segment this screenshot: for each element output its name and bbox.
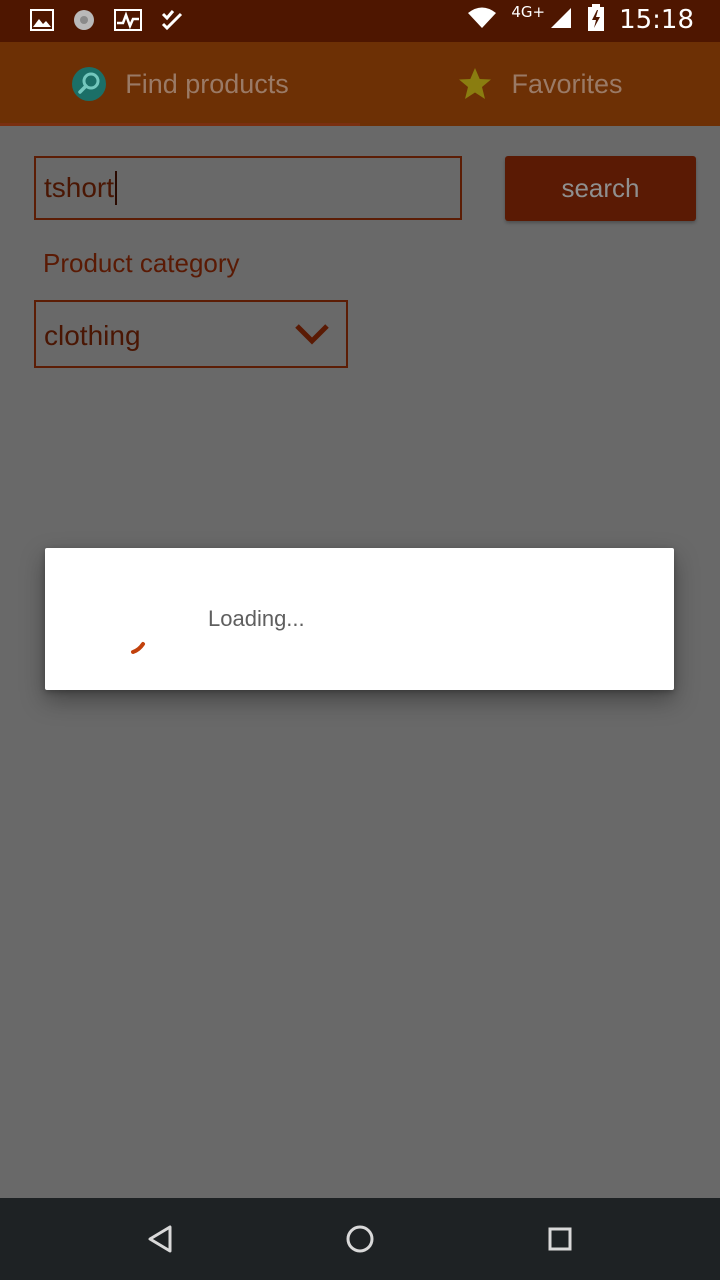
- search-input[interactable]: tshort: [34, 156, 462, 220]
- tab-favorites-label: Favorites: [511, 68, 623, 99]
- category-selected-value: clothing: [44, 320, 141, 351]
- navigation-bar: [0, 1198, 720, 1280]
- loading-dialog: Loading...: [45, 548, 674, 690]
- recents-icon[interactable]: [543, 1222, 577, 1256]
- clock: 15:18: [619, 5, 694, 35]
- search-input-value: tshort: [44, 172, 115, 203]
- home-icon[interactable]: [343, 1222, 377, 1256]
- text-caret: [115, 171, 118, 205]
- tasks-icon: [160, 8, 184, 36]
- back-icon[interactable]: [143, 1222, 177, 1256]
- aperture-icon: [72, 8, 96, 36]
- chevron-down-icon: [294, 322, 330, 346]
- tab-favorites[interactable]: Favorites: [360, 42, 720, 126]
- activity-icon: [114, 9, 142, 35]
- battery-icon: [587, 4, 605, 36]
- tab-find-products[interactable]: Find products: [0, 42, 360, 126]
- wifi-icon: [467, 6, 497, 34]
- search-button-label: search: [561, 173, 640, 203]
- network-type: 4G+: [511, 3, 546, 21]
- tab-find-products-label: Find products: [125, 68, 289, 99]
- image-icon: [30, 9, 54, 35]
- loading-spinner-icon: [125, 628, 155, 658]
- category-select[interactable]: clothing: [34, 300, 348, 368]
- tab-indicator: [0, 123, 360, 126]
- search-button[interactable]: search: [505, 156, 696, 221]
- category-label: Product category: [43, 248, 240, 278]
- signal-icon: [549, 6, 573, 34]
- loading-message: Loading...: [208, 606, 305, 631]
- tab-bar: Find products Favorites: [0, 42, 720, 126]
- search-icon: [71, 66, 107, 102]
- star-icon: [457, 66, 493, 102]
- status-bar: 4G+ 15:18: [0, 0, 720, 42]
